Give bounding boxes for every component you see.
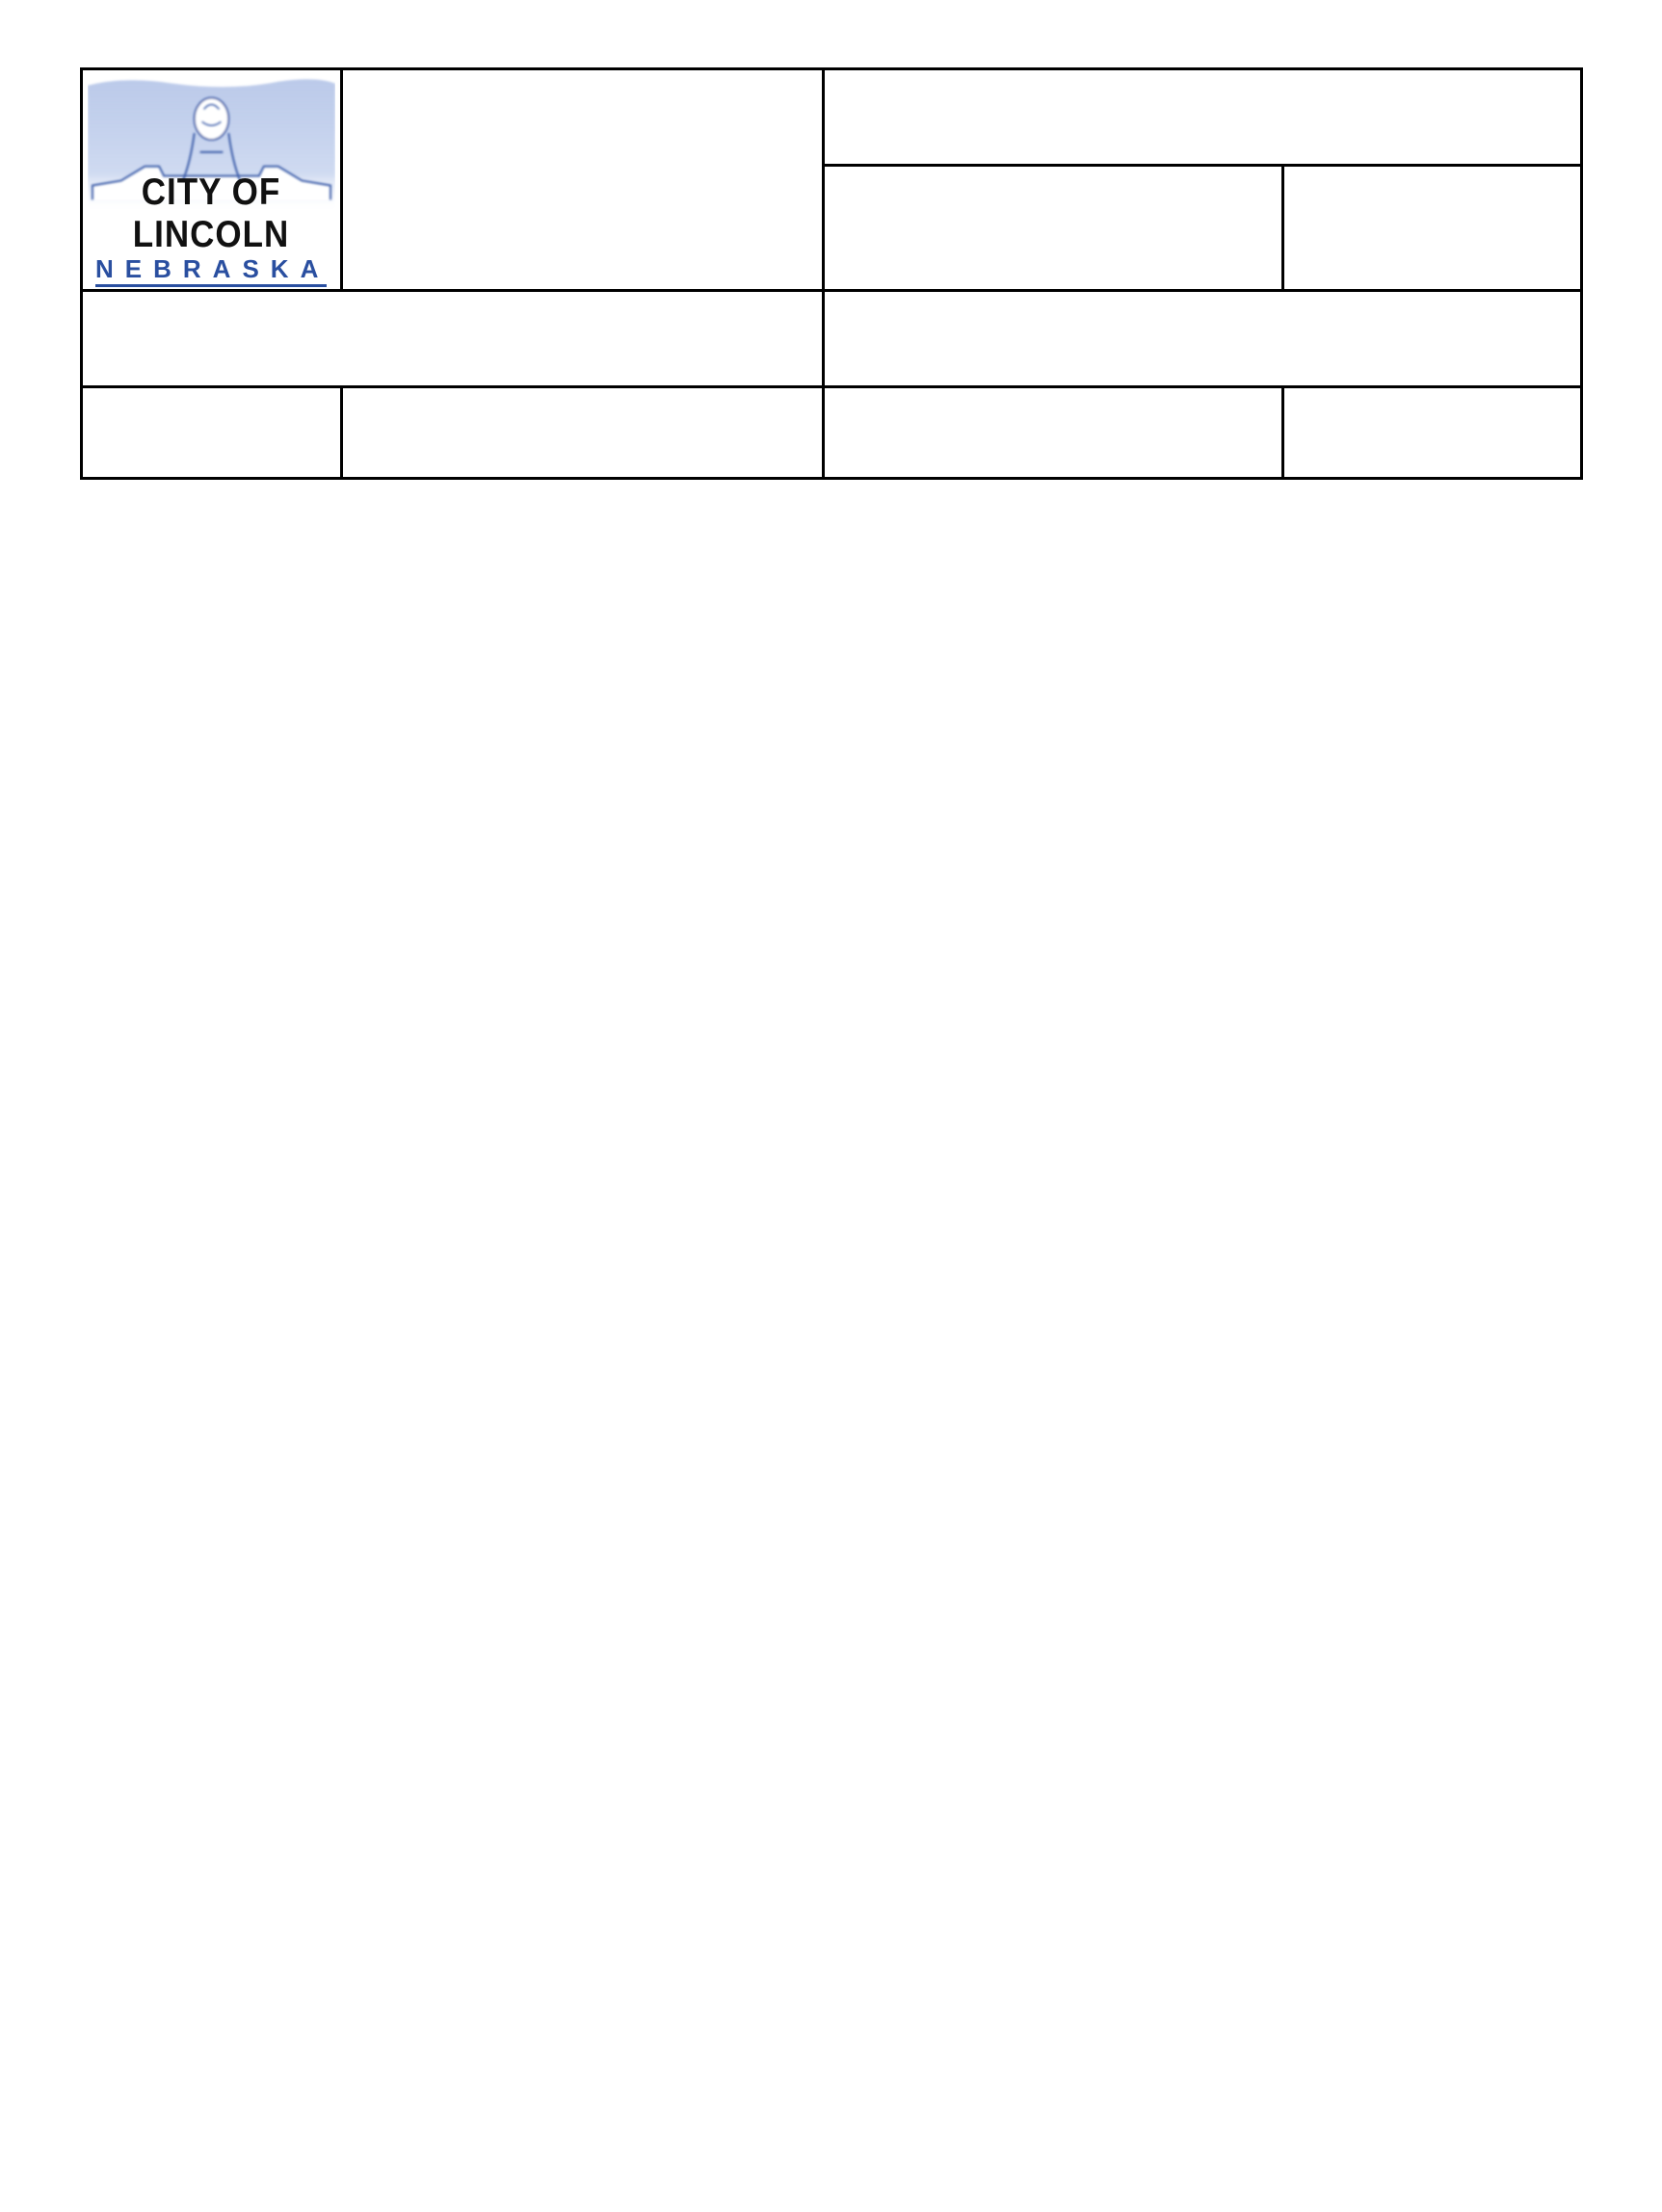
logo-text-state: NEBRASKA [95,254,327,287]
row3-cell-2 [341,387,823,479]
row3-cell-4 [1282,387,1581,479]
logo-cell: CITY OF LINCOLN NEBRASKA [81,69,341,291]
page-container: CITY OF LINCOLN NEBRASKA [80,67,1583,480]
header-mid-cell [341,69,823,291]
header-right-b-cell [1282,166,1581,291]
header-top-right-cell [823,69,1581,166]
row3-cell-1 [81,387,341,479]
row2-left-cell [81,291,823,387]
row2-right-cell [823,291,1581,387]
header-right-a-cell [823,166,1282,291]
form-header-table: CITY OF LINCOLN NEBRASKA [80,67,1583,480]
logo-text-city: CITY OF LINCOLN [83,171,340,256]
row3-cell-3 [823,387,1282,479]
